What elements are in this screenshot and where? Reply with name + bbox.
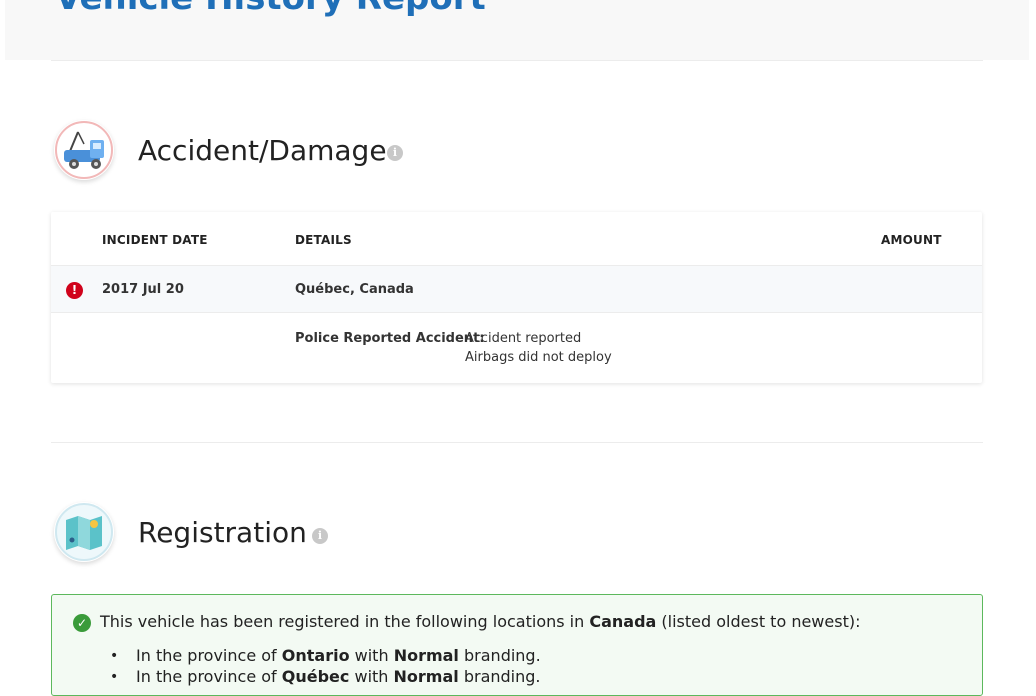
registration-summary-box: ✓ This vehicle has been registered in th… <box>51 594 983 696</box>
location-text: In the province of <box>136 667 282 686</box>
location-text: branding. <box>458 646 541 665</box>
header-amount: AMOUNT <box>881 233 942 247</box>
location-text: with <box>349 667 394 686</box>
location-province: Québec <box>281 667 350 686</box>
alert-icon: ! <box>66 282 83 299</box>
list-item: In the province of Québec with Normal br… <box>136 667 541 686</box>
check-circle-icon: ✓ <box>73 614 91 632</box>
accident-section-title: Accident/Damage <box>138 134 387 167</box>
incident-location: Québec, Canada <box>295 282 414 297</box>
divider <box>51 442 983 443</box>
summary-text: (listed oldest to newest): <box>656 612 861 631</box>
list-item: In the province of Ontario with Normal b… <box>136 646 541 665</box>
bullet: • <box>110 669 119 685</box>
location-text: with <box>349 646 394 665</box>
location-province: Ontario <box>281 646 350 665</box>
registration-section-title: Registration <box>138 516 307 549</box>
location-branding: Normal <box>393 667 459 686</box>
report-title: Vehicle History Report <box>55 0 486 18</box>
info-icon[interactable]: i <box>312 528 328 544</box>
summary-country: Canada <box>589 612 657 631</box>
map-icon <box>54 502 114 562</box>
bullet: • <box>110 648 119 664</box>
header-details: DETAILS <box>295 233 352 247</box>
registration-summary: This vehicle has been registered in the … <box>100 612 860 631</box>
accident-table: INCIDENT DATE DETAILS AMOUNT ! 2017 Jul … <box>51 212 982 383</box>
location-text: branding. <box>458 667 541 686</box>
divider <box>51 312 982 313</box>
detail-line: Accident reported <box>465 331 582 346</box>
info-icon[interactable]: i <box>387 145 403 161</box>
detail-label: Police Reported Accident: <box>295 331 485 346</box>
divider <box>51 60 983 61</box>
header-incident-date: INCIDENT DATE <box>102 233 208 247</box>
tow-truck-icon <box>54 120 114 180</box>
detail-line: Airbags did not deploy <box>465 350 612 365</box>
report-header: Vehicle History Report <box>5 0 1029 60</box>
location-text: In the province of <box>136 646 282 665</box>
table-row <box>51 266 982 312</box>
incident-date: 2017 Jul 20 <box>102 282 184 297</box>
summary-text: This vehicle has been registered in the … <box>100 612 590 631</box>
location-branding: Normal <box>393 646 459 665</box>
